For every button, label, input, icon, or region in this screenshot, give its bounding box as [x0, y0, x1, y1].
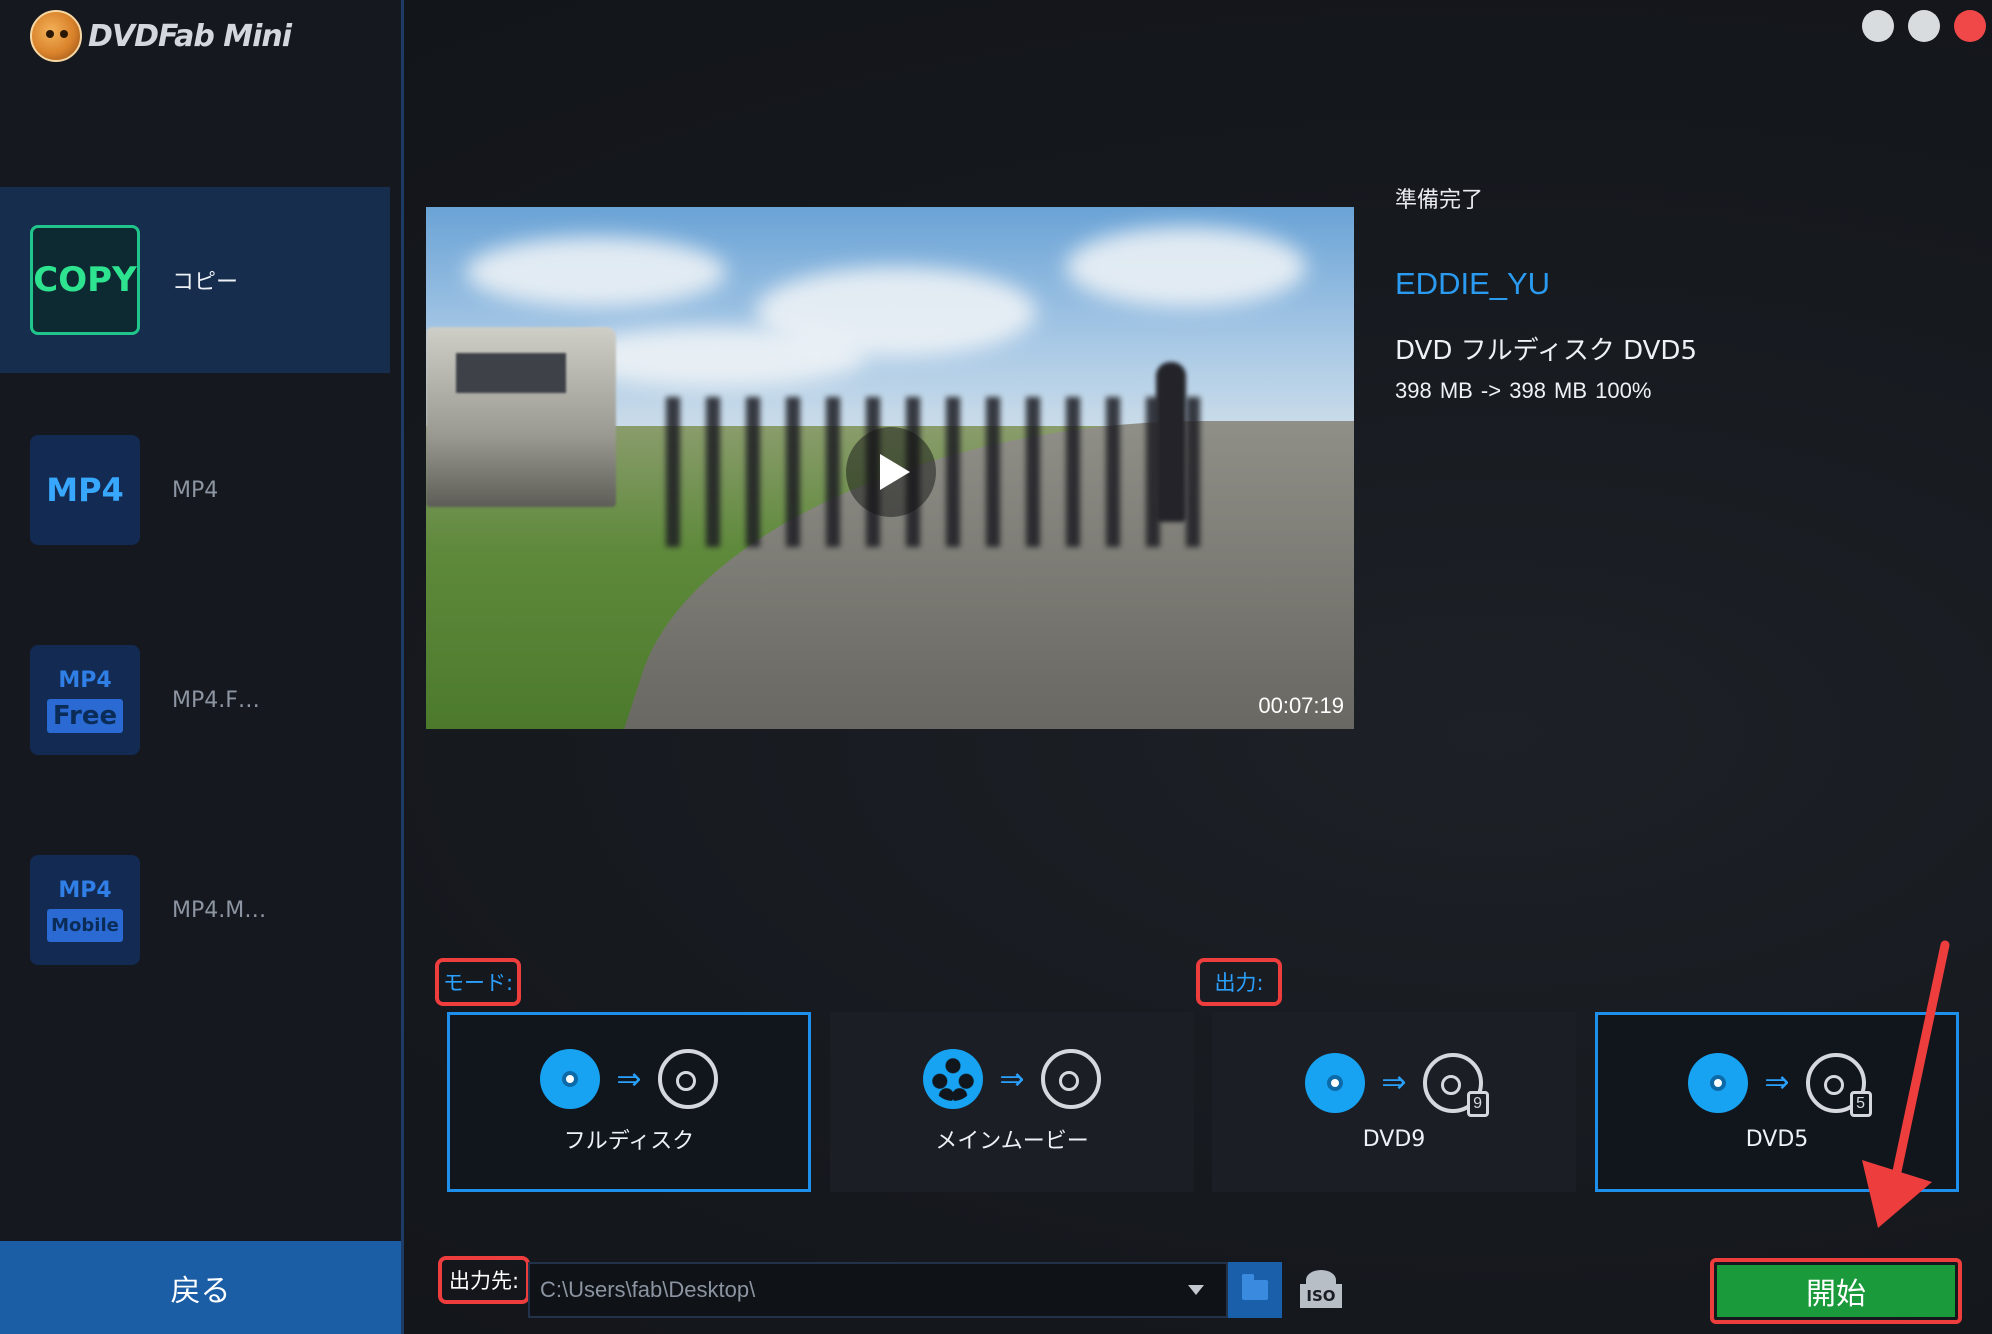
back-button[interactable]: 戻る: [0, 1241, 401, 1334]
mode-main-movie-card[interactable]: ⇒ メインムービー: [830, 1012, 1194, 1192]
output-option-label: DVD9: [1362, 1126, 1426, 1152]
arrow-right-icon: ⇒: [616, 1061, 642, 1097]
folder-icon: [1242, 1274, 1268, 1300]
sidebar-item-label: MP4.M…: [172, 897, 267, 923]
sidebar-item-mp4[interactable]: MP4 MP4: [0, 397, 390, 583]
output-dvd9-card[interactable]: ⇒ 9 DVD9: [1212, 1012, 1576, 1192]
destination-label: 出力先:: [438, 1256, 530, 1304]
status-text: 準備完了: [1395, 188, 1484, 213]
app-window: DVDFab Mini COPY コピー MP4 MP4 MP4 Free MP…: [0, 0, 1992, 1334]
arrow-right-icon: ⇒: [999, 1061, 1025, 1097]
video-preview[interactable]: 00:07:19: [426, 207, 1354, 729]
chevron-down-icon[interactable]: [1188, 1285, 1204, 1295]
arrow-right-icon: ⇒: [1764, 1065, 1790, 1100]
play-button[interactable]: [846, 427, 936, 517]
iso-label: ISO: [1300, 1284, 1342, 1308]
iso-button[interactable]: ISO: [1298, 1270, 1344, 1312]
output-dvd5-card[interactable]: ⇒ 5 DVD5: [1595, 1012, 1959, 1192]
mode-full-disc-card[interactable]: ⇒ フルディスク: [447, 1012, 811, 1192]
mode-option-label: フルディスク: [563, 1129, 695, 1154]
target-disc-icon: [1040, 1049, 1101, 1109]
browse-folder-button[interactable]: [1228, 1262, 1282, 1318]
output-path-select[interactable]: C:\Users\fab\Desktop\: [528, 1262, 1228, 1318]
sidebar-item-copy[interactable]: COPY コピー: [0, 187, 390, 373]
app-logo: DVDFab Mini: [30, 10, 292, 62]
source-disc-icon: [1688, 1052, 1749, 1113]
output-option-label: DVD5: [1745, 1126, 1809, 1152]
output-path-text: C:\Users\fab\Desktop\: [540, 1277, 756, 1302]
mode-option-label: メインムービー: [935, 1129, 1089, 1154]
disc-format: DVD フルディスク DVD5: [1395, 336, 1697, 366]
maximize-button[interactable]: [1908, 10, 1940, 42]
start-button[interactable]: 開始: [1717, 1265, 1955, 1317]
start-button-highlight: 開始: [1710, 1258, 1962, 1324]
dvd5-disc-icon: 5: [1805, 1052, 1872, 1117]
mp4-mobile-icon: MP4 Mobile: [30, 855, 140, 965]
logo-text: DVDFab Mini: [88, 18, 292, 54]
sidebar-item-label: コピー: [172, 270, 239, 295]
disc-size: 398 MB -> 398 MB 100%: [1395, 378, 1652, 403]
source-disc-icon: [540, 1049, 601, 1109]
video-duration: 00:07:19: [1258, 693, 1344, 718]
output-label: 出力:: [1196, 958, 1282, 1006]
mode-label: モード:: [435, 958, 521, 1006]
copy-icon: COPY: [30, 225, 140, 335]
disc-title: EDDIE_YU: [1395, 266, 1551, 301]
target-disc-icon: [657, 1049, 718, 1109]
sidebar-item-label: MP4.F…: [172, 687, 260, 713]
film-reel-icon: [923, 1049, 984, 1109]
sidebar-item-mp4-free[interactable]: MP4 Free MP4.F…: [0, 607, 390, 793]
sidebar-item-label: MP4: [172, 477, 219, 503]
arrow-right-icon: ⇒: [1381, 1065, 1407, 1100]
video-truck: [426, 327, 616, 507]
close-button[interactable]: [1954, 10, 1986, 42]
window-controls: [1862, 10, 1986, 42]
mp4-icon: MP4: [30, 435, 140, 545]
mp4-free-icon: MP4 Free: [30, 645, 140, 755]
mascot-icon: [30, 10, 82, 62]
minimize-button[interactable]: [1862, 10, 1894, 42]
sidebar: DVDFab Mini COPY コピー MP4 MP4 MP4 Free MP…: [0, 0, 404, 1334]
source-disc-icon: [1305, 1052, 1366, 1113]
dvd9-disc-icon: 9: [1422, 1052, 1489, 1117]
sidebar-item-mp4-mobile[interactable]: MP4 Mobile MP4.M…: [0, 817, 390, 1003]
